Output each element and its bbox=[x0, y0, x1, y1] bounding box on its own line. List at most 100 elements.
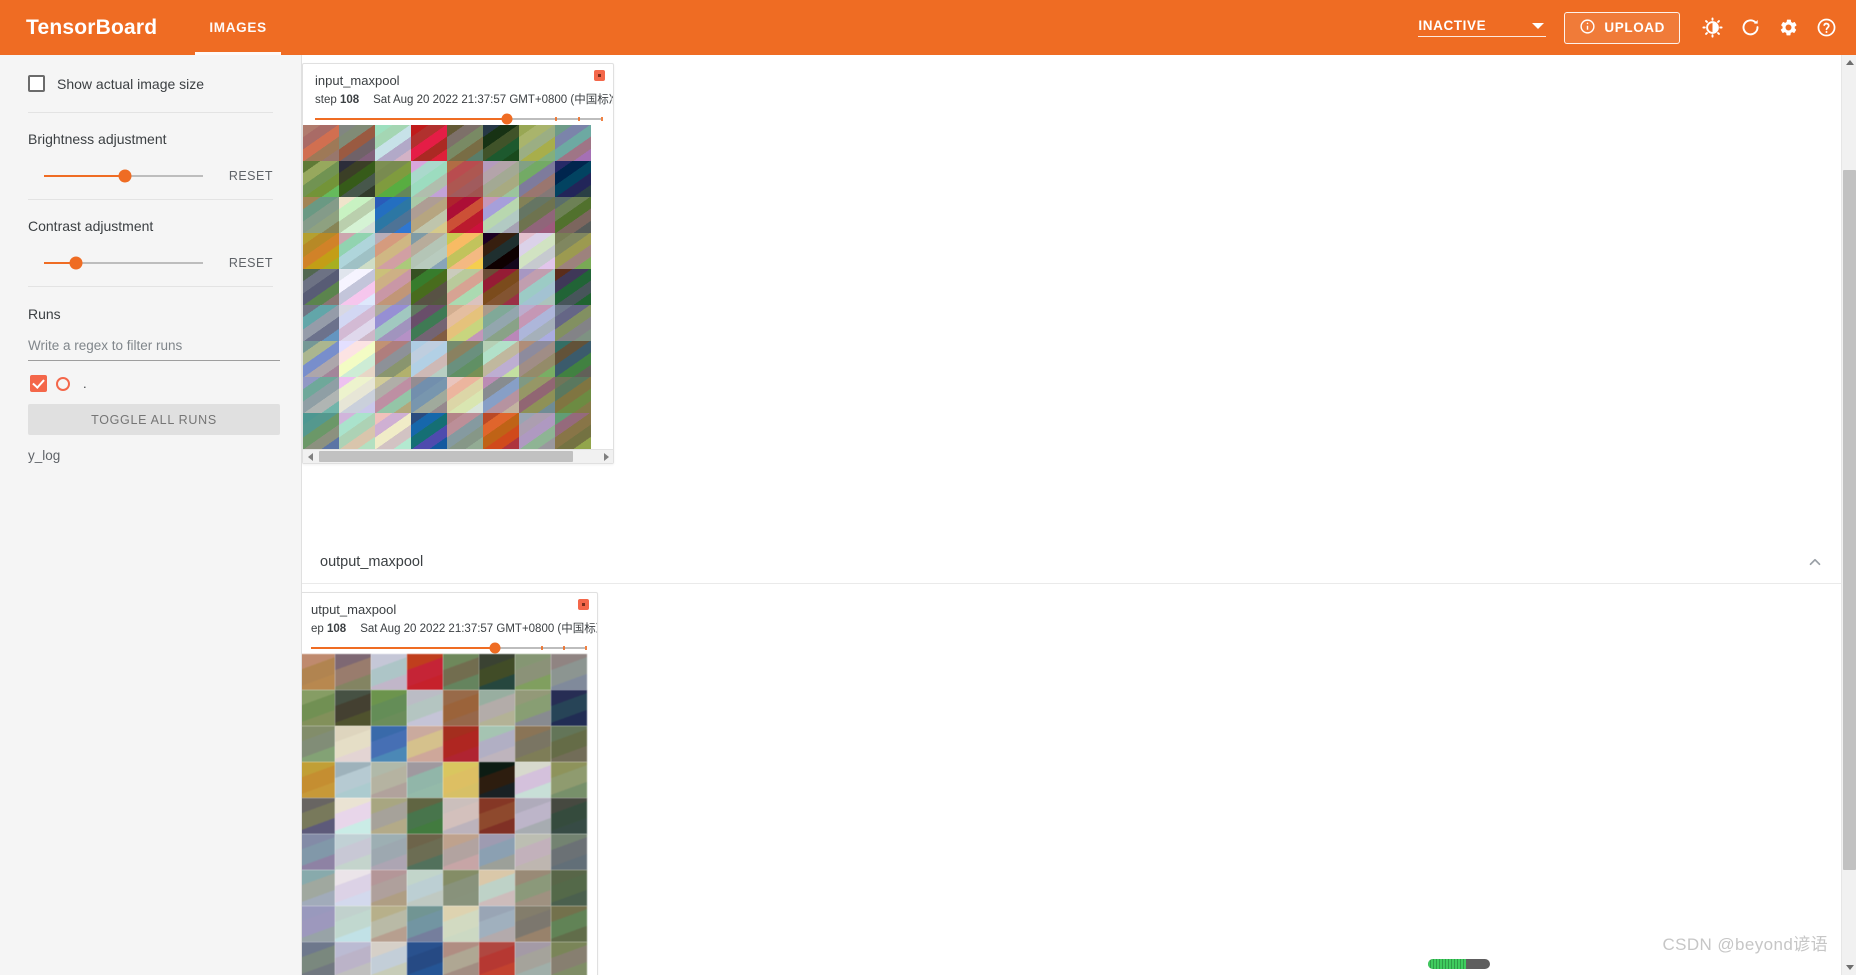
image-thumbnail bbox=[555, 125, 591, 161]
image-thumbnail bbox=[375, 305, 411, 341]
brightness-slider-thumb[interactable] bbox=[118, 170, 131, 183]
scroll-right-arrow-icon[interactable] bbox=[599, 450, 613, 464]
image-thumbnail bbox=[483, 305, 519, 341]
image-card-output-maxpool[interactable]: utput_maxpool ep 108 Sat Aug 20 2022 21:… bbox=[302, 592, 598, 975]
image-thumbnail bbox=[411, 413, 447, 449]
image-thumbnail bbox=[551, 798, 587, 834]
image-thumbnail bbox=[555, 269, 591, 305]
image-thumbnail bbox=[551, 690, 587, 726]
scroll-up-arrow-icon[interactable] bbox=[1842, 55, 1856, 70]
image-thumbnail bbox=[339, 125, 375, 161]
image-card-input-maxpool[interactable]: input_maxpool step 108 Sat Aug 20 2022 2… bbox=[302, 63, 614, 464]
card-step: ep 108 bbox=[311, 623, 346, 635]
checkbox-icon bbox=[28, 75, 45, 92]
image-thumbnail bbox=[339, 233, 375, 269]
step-slider-thumb[interactable] bbox=[489, 643, 500, 654]
brightness-icon[interactable] bbox=[1694, 10, 1730, 46]
image-thumbnail bbox=[407, 762, 443, 798]
image-thumbnail bbox=[515, 690, 551, 726]
upload-button[interactable]: UPLOAD bbox=[1564, 12, 1680, 44]
image-thumbnail bbox=[447, 269, 483, 305]
image-thumbnail bbox=[447, 341, 483, 377]
image-thumbnail-grid[interactable] bbox=[302, 654, 597, 975]
image-thumbnail bbox=[443, 834, 479, 870]
image-thumbnail bbox=[335, 726, 371, 762]
tab-images[interactable]: IMAGES bbox=[195, 0, 280, 55]
run-color-swatch-icon bbox=[578, 599, 589, 610]
image-thumbnail bbox=[479, 906, 515, 942]
app-brand: TensorBoard bbox=[26, 16, 157, 40]
image-thumbnail bbox=[479, 798, 515, 834]
app-header: TensorBoard IMAGES INACTIVE UPLOAD bbox=[0, 0, 1856, 55]
card-step: step 108 bbox=[315, 94, 359, 106]
image-thumbnail bbox=[303, 305, 339, 341]
image-thumbnail bbox=[375, 125, 411, 161]
image-thumbnail bbox=[411, 197, 447, 233]
run-checkbox-icon[interactable] bbox=[30, 375, 47, 392]
run-status-selector[interactable]: INACTIVE bbox=[1418, 18, 1546, 37]
image-thumbnail bbox=[302, 726, 335, 762]
refresh-icon[interactable] bbox=[1732, 10, 1768, 46]
image-thumbnail bbox=[483, 377, 519, 413]
help-icon[interactable] bbox=[1808, 10, 1844, 46]
step-slider-thumb[interactable] bbox=[501, 114, 512, 125]
image-thumbnail bbox=[483, 233, 519, 269]
image-thumbnail bbox=[411, 305, 447, 341]
image-thumbnail bbox=[551, 942, 587, 975]
runs-filter-input[interactable] bbox=[28, 336, 280, 361]
image-thumbnail bbox=[371, 834, 407, 870]
main-vertical-scrollbar[interactable] bbox=[1841, 55, 1856, 975]
toggle-all-runs-button[interactable]: TOGGLE ALL RUNS bbox=[28, 404, 280, 435]
image-thumbnail bbox=[371, 906, 407, 942]
card-header: input_maxpool step 108 Sat Aug 20 2022 2… bbox=[303, 64, 613, 125]
image-thumbnail bbox=[555, 161, 591, 197]
contrast-reset-button[interactable]: RESET bbox=[229, 256, 273, 270]
card-meta: step 108 Sat Aug 20 2022 21:37:57 GMT+08… bbox=[315, 91, 601, 107]
show-actual-image-size-checkbox[interactable]: Show actual image size bbox=[28, 73, 273, 94]
brightness-reset-button[interactable]: RESET bbox=[229, 169, 273, 183]
image-thumbnail bbox=[375, 269, 411, 305]
image-thumbnail bbox=[447, 305, 483, 341]
step-slider[interactable] bbox=[311, 642, 585, 654]
image-thumbnail bbox=[555, 377, 591, 413]
image-thumbnail bbox=[339, 377, 375, 413]
brightness-slider[interactable] bbox=[44, 175, 203, 177]
hscroll-thumb[interactable] bbox=[319, 451, 573, 462]
chevron-up-icon[interactable] bbox=[1806, 553, 1824, 571]
step-tick bbox=[578, 117, 580, 121]
brightness-slider-fill bbox=[44, 175, 125, 177]
contrast-slider-row: RESET bbox=[28, 256, 273, 270]
main-content: input_maxpool step 108 Sat Aug 20 2022 2… bbox=[302, 55, 1856, 975]
image-thumbnail bbox=[443, 726, 479, 762]
image-thumbnail bbox=[302, 798, 335, 834]
image-thumbnail bbox=[371, 942, 407, 975]
image-thumbnail bbox=[375, 197, 411, 233]
image-thumbnail bbox=[479, 690, 515, 726]
image-thumbnail bbox=[339, 161, 375, 197]
card-title: utput_maxpool bbox=[311, 602, 585, 617]
step-slider-fill bbox=[315, 118, 507, 120]
image-thumbnail bbox=[551, 726, 587, 762]
settings-gear-icon[interactable] bbox=[1770, 10, 1806, 46]
image-thumbnail bbox=[371, 726, 407, 762]
image-horizontal-scrollbar[interactable] bbox=[303, 449, 613, 463]
run-status-value: INACTIVE bbox=[1418, 18, 1520, 33]
vscroll-thumb[interactable] bbox=[1843, 170, 1856, 870]
scroll-left-arrow-icon[interactable] bbox=[303, 450, 317, 464]
image-thumbnail bbox=[303, 341, 339, 377]
contrast-slider-thumb[interactable] bbox=[69, 257, 82, 270]
image-thumbnail bbox=[335, 762, 371, 798]
image-thumbnail bbox=[519, 161, 555, 197]
run-item[interactable]: . bbox=[28, 375, 273, 392]
contrast-slider[interactable] bbox=[44, 262, 203, 264]
step-slider[interactable] bbox=[315, 113, 601, 125]
category-output-maxpool: output_maxpool utput_maxpool ep 108 Sat … bbox=[302, 541, 1842, 975]
image-thumbnail bbox=[555, 305, 591, 341]
image-thumbnail bbox=[515, 798, 551, 834]
chevron-down-icon bbox=[1532, 23, 1544, 29]
image-thumbnail-grid[interactable] bbox=[303, 125, 613, 449]
image-thumbnail bbox=[339, 269, 375, 305]
category-header-output-maxpool[interactable]: output_maxpool bbox=[302, 541, 1842, 584]
scroll-down-arrow-icon[interactable] bbox=[1842, 960, 1856, 975]
image-thumbnail bbox=[447, 233, 483, 269]
